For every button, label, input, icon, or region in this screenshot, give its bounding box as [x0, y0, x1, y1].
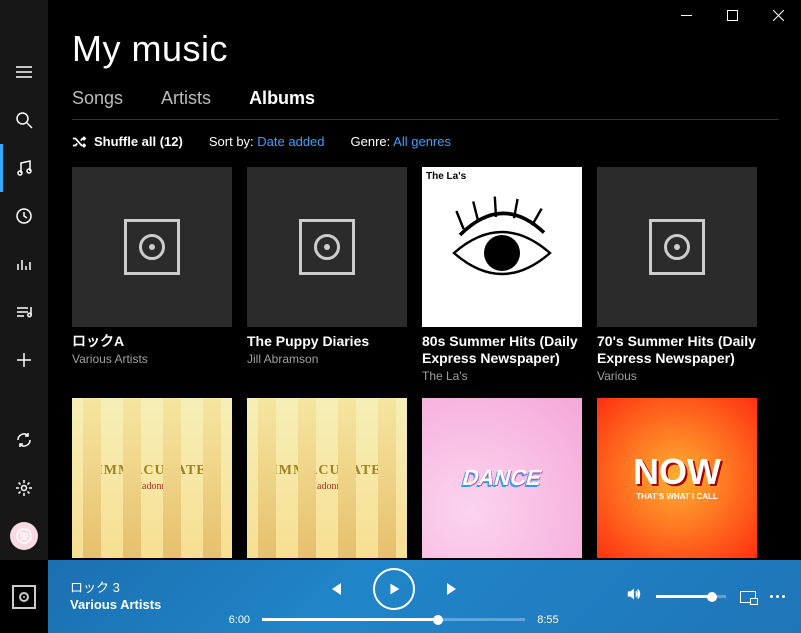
- genre-value[interactable]: All genres: [393, 134, 451, 149]
- album-cover: IMMACULATE Madonna: [247, 398, 407, 558]
- album-card[interactable]: IMMACULATE Madonna: [247, 398, 407, 558]
- elapsed-time: 6:00: [229, 614, 250, 626]
- volume-icon: [626, 586, 642, 602]
- music-note-icon: [15, 159, 33, 177]
- seek-slider[interactable]: [262, 618, 525, 621]
- mini-player-button[interactable]: [740, 591, 756, 603]
- album-artist: The La's: [422, 369, 582, 383]
- albums-grid: ロックA Various Artists The Puppy Diaries J…: [72, 167, 779, 558]
- tab-songs[interactable]: Songs: [72, 88, 123, 109]
- album-cover: [72, 167, 232, 327]
- genre-group: Genre: All genres: [351, 134, 451, 149]
- now-playing-info[interactable]: ロック 3 Various Artists: [70, 580, 161, 614]
- volume-button[interactable]: [626, 586, 642, 607]
- account-avatar: [10, 522, 38, 550]
- tabs: Songs Artists Albums: [72, 88, 779, 120]
- album-artist: Various Artists: [72, 352, 232, 366]
- playlist-icon: [15, 303, 33, 321]
- album-card[interactable]: NOW THAT'S WHAT I CALL: [597, 398, 757, 558]
- equalizer-icon: [15, 255, 33, 273]
- previous-icon: [326, 580, 344, 598]
- album-cover: [247, 167, 407, 327]
- album-card[interactable]: The La's 80s Summer Hits (Daily Express …: [422, 167, 582, 383]
- playback-controls: 6:00 8:55: [161, 568, 626, 626]
- tab-albums[interactable]: Albums: [249, 88, 315, 109]
- sidebar: [0, 0, 48, 560]
- album-cover: NOW THAT'S WHAT I CALL: [597, 398, 757, 558]
- play-icon: [386, 581, 402, 597]
- page-title: My music: [72, 28, 779, 70]
- sidebar-now-playing[interactable]: [0, 240, 48, 288]
- cover-art-subtext: THAT'S WHAT I CALL: [633, 492, 721, 501]
- shuffle-all-button[interactable]: Shuffle all (12): [72, 134, 183, 149]
- album-card[interactable]: IMMACULATE Madonna: [72, 398, 232, 558]
- album-cover: DANCE: [422, 398, 582, 558]
- shuffle-icon: [72, 135, 86, 149]
- album-card[interactable]: 70's Summer Hits (Daily Express Newspape…: [597, 167, 757, 383]
- progress-row: 6:00 8:55: [229, 614, 559, 626]
- now-playing-thumbnail[interactable]: [0, 560, 48, 633]
- sort-by-label: Sort by:: [209, 134, 254, 149]
- plus-icon: [15, 351, 33, 369]
- tab-artists[interactable]: Artists: [161, 88, 211, 109]
- player-bar: ロック 3 Various Artists 6:00 8:55: [48, 560, 801, 633]
- next-icon: [444, 580, 462, 598]
- next-track-button[interactable]: [443, 579, 463, 599]
- cover-art-text: DANCE: [459, 465, 544, 491]
- eye-art-icon: [442, 187, 562, 307]
- albums-toolbar: Shuffle all (12) Sort by: Date added Gen…: [72, 134, 779, 149]
- refresh-icon: [15, 431, 33, 449]
- previous-track-button[interactable]: [325, 579, 345, 599]
- sort-by-group: Sort by: Date added: [209, 134, 325, 149]
- sidebar-recent[interactable]: [0, 192, 48, 240]
- sidebar-refresh[interactable]: [0, 416, 48, 464]
- album-artist: Various: [597, 369, 757, 383]
- cover-art-text: NOW: [633, 451, 721, 492]
- now-playing-artist: Various Artists: [70, 597, 161, 614]
- sidebar-settings[interactable]: [0, 464, 48, 512]
- clock-icon: [15, 207, 33, 225]
- more-options-button[interactable]: [770, 595, 785, 598]
- sort-by-value[interactable]: Date added: [257, 134, 324, 149]
- album-cover-label: The La's: [426, 171, 466, 182]
- album-title: ロックA: [72, 333, 232, 350]
- album-card[interactable]: ロックA Various Artists: [72, 167, 232, 383]
- main-content: My music Songs Artists Albums Shuffle al…: [48, 0, 801, 560]
- total-time: 8:55: [537, 614, 558, 626]
- sidebar-playlists[interactable]: [0, 288, 48, 336]
- genre-label: Genre:: [351, 134, 391, 149]
- volume-slider[interactable]: [656, 595, 726, 598]
- spotify-icon: [15, 527, 33, 545]
- sidebar-new-playlist[interactable]: [0, 336, 48, 384]
- play-button[interactable]: [373, 568, 415, 610]
- now-playing-title: ロック 3: [70, 580, 161, 597]
- gear-icon: [15, 479, 33, 497]
- hamburger-menu-button[interactable]: [0, 48, 48, 96]
- album-title: 70's Summer Hits (Daily Express Newspape…: [597, 333, 757, 367]
- shuffle-all-label: Shuffle all (12): [94, 134, 183, 149]
- album-title: 80s Summer Hits (Daily Express Newspaper…: [422, 333, 582, 367]
- album-artist: Jill Abramson: [247, 352, 407, 366]
- album-cover: The La's: [422, 167, 582, 327]
- album-card[interactable]: The Puppy Diaries Jill Abramson: [247, 167, 407, 383]
- album-cover: [597, 167, 757, 327]
- hamburger-icon: [15, 63, 33, 81]
- album-cover: IMMACULATE Madonna: [72, 398, 232, 558]
- album-card[interactable]: DANCE: [422, 398, 582, 558]
- player-right-controls: [626, 586, 785, 607]
- search-icon: [15, 111, 33, 129]
- album-title: The Puppy Diaries: [247, 333, 407, 350]
- sidebar-my-music[interactable]: [0, 144, 48, 192]
- sidebar-account[interactable]: [0, 512, 48, 560]
- search-button[interactable]: [0, 96, 48, 144]
